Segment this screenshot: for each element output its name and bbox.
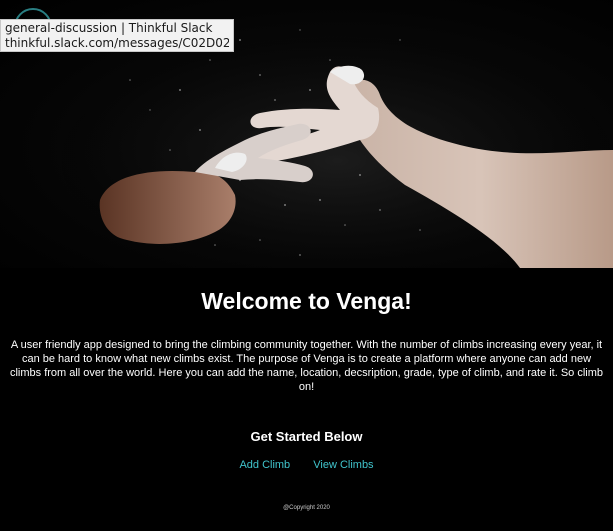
action-links: Add Climb View Climbs [0,457,613,473]
browser-tooltip: general-discussion | Thinkful Slack thin… [0,19,234,52]
copyright-footer: @Copyright 2020 [283,505,330,511]
landing-page: general-discussion | Thinkful Slack thin… [0,0,613,531]
tooltip-title: general-discussion | Thinkful Slack [5,21,213,35]
add-climb-link[interactable]: Add Climb [239,459,290,471]
view-climbs-link[interactable]: View Climbs [313,459,373,471]
tooltip-url: thinkful.slack.com/messages/C02D02A5D/ [5,36,229,50]
app-description: A user friendly app designed to bring th… [9,339,604,393]
page-title: Welcome to Venga! [201,288,412,314]
get-started-heading: Get Started Below [250,429,363,444]
main-content: Welcome to Venga! A user friendly app de… [0,268,613,512]
